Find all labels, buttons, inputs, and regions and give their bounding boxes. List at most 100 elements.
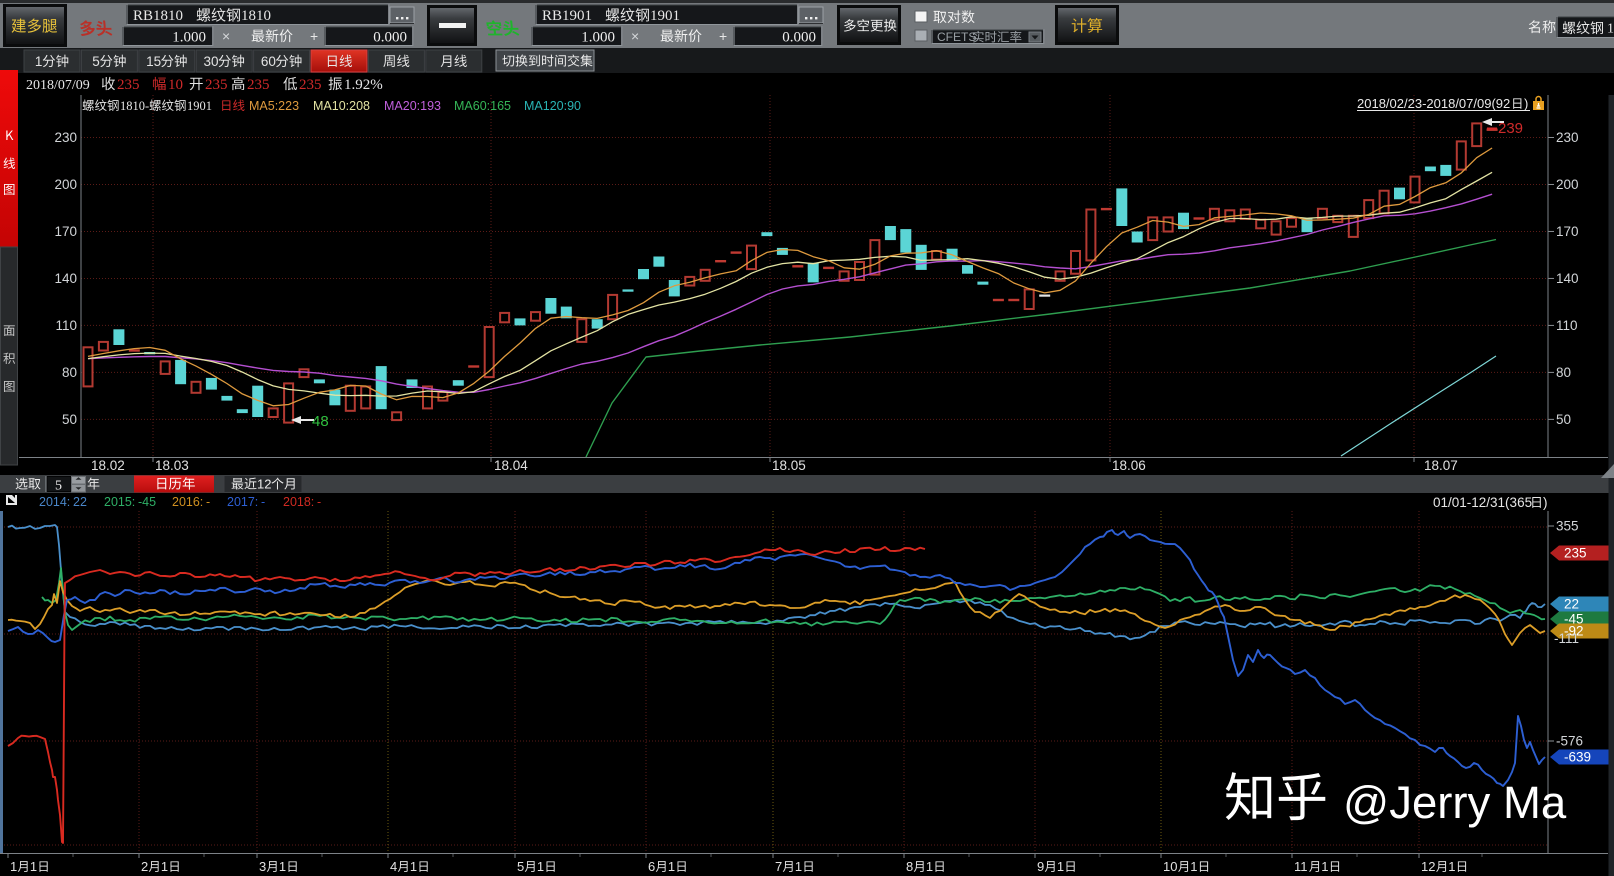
svg-text:12: 12	[257, 477, 271, 492]
svg-text:10: 10	[168, 77, 183, 93]
svg-text:48: 48	[312, 413, 329, 430]
svg-text:CFETS: CFETS	[937, 30, 976, 44]
svg-text:1: 1	[537, 859, 544, 874]
svg-text:-: -	[261, 495, 265, 509]
svg-text:1.000: 1.000	[172, 30, 206, 46]
svg-text:12: 12	[1421, 859, 1435, 874]
svg-text:18.07: 18.07	[1424, 458, 1458, 473]
svg-text:18.04: 18.04	[494, 458, 528, 473]
svg-text:50: 50	[62, 412, 77, 427]
svg-text:1: 1	[1321, 859, 1328, 874]
svg-text:18.02: 18.02	[91, 458, 125, 473]
svg-text:5: 5	[517, 859, 524, 874]
svg-text:2: 2	[141, 859, 148, 874]
svg-text:22: 22	[73, 495, 87, 509]
svg-text:170: 170	[1556, 224, 1579, 239]
svg-text:1: 1	[410, 859, 417, 874]
svg-text:-639: -639	[1564, 750, 1591, 765]
svg-text:01/01-12/31(365: 01/01-12/31(365	[1433, 495, 1532, 510]
svg-text:8: 8	[906, 859, 913, 874]
svg-text:1810: 1810	[241, 8, 271, 24]
svg-text:): )	[1524, 96, 1528, 111]
svg-text:-576: -576	[1556, 734, 1583, 749]
svg-text:235: 235	[247, 77, 270, 93]
svg-text:1: 1	[926, 859, 933, 874]
svg-text:11: 11	[1294, 859, 1308, 874]
svg-text:80: 80	[62, 365, 77, 380]
svg-text:1.000: 1.000	[581, 30, 615, 46]
svg-text:0.000: 0.000	[373, 30, 407, 46]
svg-text:170: 170	[54, 224, 77, 239]
svg-text:2018/07/09: 2018/07/09	[26, 78, 90, 93]
svg-text:1: 1	[1448, 859, 1455, 874]
svg-text:-: -	[317, 495, 321, 509]
svg-text:1: 1	[35, 54, 43, 69]
svg-text:@Jerry Ma: @Jerry Ma	[1343, 777, 1567, 828]
svg-text:5: 5	[92, 54, 100, 69]
svg-text:18.03: 18.03	[155, 458, 189, 473]
svg-text:-45: -45	[138, 495, 156, 509]
svg-text:+: +	[719, 28, 727, 44]
svg-text:1: 1	[668, 859, 675, 874]
svg-text:230: 230	[1556, 130, 1579, 145]
svg-text:110: 110	[55, 318, 77, 333]
svg-text:50: 50	[1556, 412, 1571, 427]
svg-text:): )	[1543, 495, 1548, 510]
svg-text:15: 15	[146, 54, 161, 69]
svg-text:1901: 1901	[650, 8, 680, 24]
svg-text:140: 140	[54, 271, 77, 286]
svg-text:3: 3	[259, 859, 266, 874]
svg-text:2018/02/23-2018/07/09(92: 2018/02/23-2018/07/09(92	[1357, 96, 1510, 111]
svg-text:MA120:90: MA120:90	[524, 99, 581, 113]
svg-text:1: 1	[279, 859, 286, 874]
svg-text:RB1901: RB1901	[542, 8, 592, 24]
svg-text:×: ×	[631, 28, 639, 44]
svg-text:6: 6	[648, 859, 655, 874]
svg-text:1: 1	[30, 859, 37, 874]
svg-text:1.92%: 1.92%	[344, 77, 383, 93]
svg-text:0.000: 0.000	[782, 30, 816, 46]
svg-text:1: 1	[161, 859, 168, 874]
svg-text:MA60:165: MA60:165	[454, 99, 511, 113]
svg-text:60: 60	[261, 54, 276, 69]
svg-text:1: 1	[1607, 22, 1614, 37]
svg-text:2014:: 2014:	[39, 495, 70, 509]
svg-text:140: 140	[1556, 271, 1579, 286]
svg-text:355: 355	[1556, 519, 1579, 534]
svg-text:2016:: 2016:	[172, 495, 203, 509]
svg-text:1810-: 1810-	[120, 99, 149, 113]
svg-text:235: 235	[205, 77, 228, 93]
svg-text:+: +	[310, 28, 318, 44]
svg-text:235: 235	[1564, 546, 1587, 561]
svg-text:200: 200	[1556, 177, 1579, 192]
svg-text:×: ×	[222, 28, 230, 44]
svg-text:5: 5	[55, 479, 62, 494]
svg-text:200: 200	[54, 177, 77, 192]
svg-text:2015:: 2015:	[104, 495, 135, 509]
svg-text:18.06: 18.06	[1112, 458, 1146, 473]
svg-text:2018:: 2018:	[283, 495, 314, 509]
svg-text:1: 1	[1057, 859, 1064, 874]
svg-text:1901: 1901	[187, 99, 212, 113]
svg-text:110: 110	[1556, 318, 1578, 333]
svg-text:MA10:208: MA10:208	[313, 99, 370, 113]
svg-text:MA20:193: MA20:193	[384, 99, 441, 113]
svg-text:235: 235	[117, 77, 140, 93]
svg-text:18.05: 18.05	[772, 458, 806, 473]
svg-text:1: 1	[1190, 859, 1197, 874]
svg-text:10: 10	[1163, 859, 1177, 874]
svg-text:4: 4	[390, 859, 397, 874]
svg-text:1: 1	[10, 859, 17, 874]
svg-text:30: 30	[204, 54, 219, 69]
svg-text:80: 80	[1556, 365, 1571, 380]
svg-text:-111: -111	[1554, 631, 1579, 646]
svg-text:235: 235	[299, 77, 322, 93]
svg-text:MA5:223: MA5:223	[249, 99, 299, 113]
svg-text:-: -	[206, 495, 210, 509]
svg-text:7: 7	[775, 859, 782, 874]
svg-text:RB1810: RB1810	[133, 8, 183, 24]
svg-text:9: 9	[1037, 859, 1044, 874]
svg-text:1: 1	[795, 859, 802, 874]
svg-text:22: 22	[1564, 597, 1579, 612]
svg-text:239: 239	[1498, 120, 1523, 137]
